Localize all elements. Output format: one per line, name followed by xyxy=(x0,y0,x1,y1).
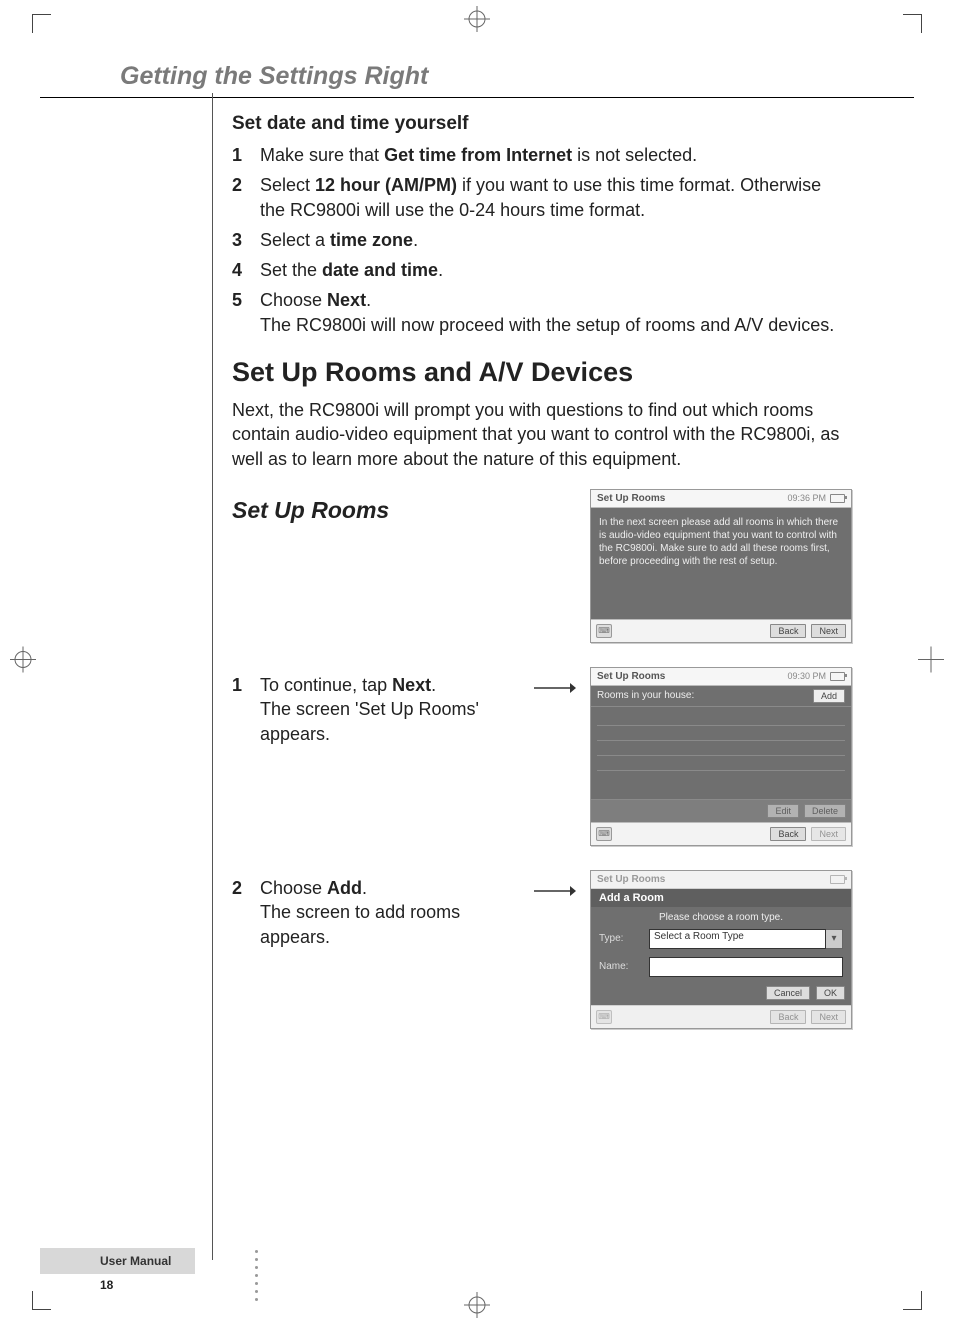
step-4: 4 Set the date and time. xyxy=(232,258,849,282)
screenshot-add-room: Set Up Rooms Add a Room Please choose a … xyxy=(590,870,852,1029)
step-2: 2 Select 12 hour (AM/PM) if you want to … xyxy=(232,173,849,222)
left-registration-marker xyxy=(10,647,36,678)
step-3: 3 Select a time zone. xyxy=(232,228,849,252)
screenshot-title: Set Up Rooms xyxy=(597,671,665,682)
name-label: Name: xyxy=(599,961,641,972)
arrow-icon xyxy=(534,681,576,705)
rooms-list xyxy=(591,707,851,799)
top-registration-marker xyxy=(464,6,490,32)
crop-mark xyxy=(903,1291,922,1310)
crop-mark xyxy=(32,14,51,33)
room-name-input[interactable] xyxy=(649,957,843,977)
screenshot-room-list: Set Up Rooms 09:30 PM Rooms in your hous… xyxy=(590,667,852,846)
room-type-select[interactable]: Select a Room Type xyxy=(649,929,826,949)
arrow-icon xyxy=(534,884,576,908)
chevron-down-icon[interactable]: ▾ xyxy=(826,929,843,949)
screenshot-message: In the next screen please add all rooms … xyxy=(591,508,851,619)
battery-icon xyxy=(830,875,845,884)
keyboard-icon[interactable]: ⌨ xyxy=(596,624,612,638)
section-heading-rooms-devices: Set Up Rooms and A/V Devices xyxy=(232,357,849,388)
edit-button[interactable]: Edit xyxy=(767,804,799,818)
delete-button[interactable]: Delete xyxy=(804,804,846,818)
rooms-list-label: Rooms in your house: xyxy=(597,690,694,701)
screenshot-time: 09:30 PM xyxy=(787,671,826,681)
screenshot-time: 09:36 PM xyxy=(787,493,826,503)
battery-icon xyxy=(830,672,845,681)
rooms-devices-intro: Next, the RC9800i will prompt you with q… xyxy=(232,398,849,471)
chapter-title: Getting the Settings Right xyxy=(40,62,914,91)
rooms-step-2: 2 Choose Add.The screen to add rooms app… xyxy=(232,876,520,949)
decorative-dots xyxy=(255,1250,258,1301)
rooms-step-1-note: The screen 'Set Up Rooms' appears. xyxy=(260,699,479,743)
screenshot-title: Set Up Rooms xyxy=(597,493,665,504)
rooms-step-2-note: The screen to add rooms appears. xyxy=(260,902,460,946)
back-button[interactable]: Back xyxy=(770,624,806,638)
crop-mark xyxy=(32,1291,51,1310)
next-button[interactable]: Next xyxy=(811,1010,846,1024)
step-1: 1 Make sure that Get time from Internet … xyxy=(232,143,849,167)
back-button[interactable]: Back xyxy=(770,827,806,841)
next-button[interactable]: Next xyxy=(811,624,846,638)
cancel-button[interactable]: Cancel xyxy=(766,986,810,1000)
step-5-note: The RC9800i will now proceed with the se… xyxy=(260,315,834,335)
modal-hint: Please choose a room type. xyxy=(591,907,851,925)
back-button[interactable]: Back xyxy=(770,1010,806,1024)
type-label: Type: xyxy=(599,933,641,944)
keyboard-icon[interactable]: ⌨ xyxy=(596,827,612,841)
horizontal-rule xyxy=(40,97,914,98)
ok-button[interactable]: OK xyxy=(816,986,845,1000)
keyboard-icon[interactable]: ⌨ xyxy=(596,1010,612,1024)
crop-mark xyxy=(903,14,922,33)
rooms-step-1: 1 To continue, tap Next.The screen 'Set … xyxy=(232,673,520,746)
section-heading-set-date: Set date and time yourself xyxy=(232,113,849,135)
step-5: 5 Choose Next.The RC9800i will now proce… xyxy=(232,288,849,337)
screenshot-title: Set Up Rooms xyxy=(597,874,665,885)
right-registration-marker xyxy=(918,647,944,678)
modal-title: Add a Room xyxy=(591,889,851,907)
next-button[interactable]: Next xyxy=(811,827,846,841)
section-heading-rooms: Set Up Rooms xyxy=(232,495,520,526)
page-number: 18 xyxy=(100,1278,914,1292)
bottom-registration-marker xyxy=(464,1292,490,1318)
screenshot-setup-rooms-intro: Set Up Rooms 09:36 PM In the next screen… xyxy=(590,489,852,643)
add-button[interactable]: Add xyxy=(813,689,845,703)
battery-icon xyxy=(830,494,845,503)
vertical-rule xyxy=(212,93,213,1260)
user-manual-label: User Manual xyxy=(40,1248,195,1274)
